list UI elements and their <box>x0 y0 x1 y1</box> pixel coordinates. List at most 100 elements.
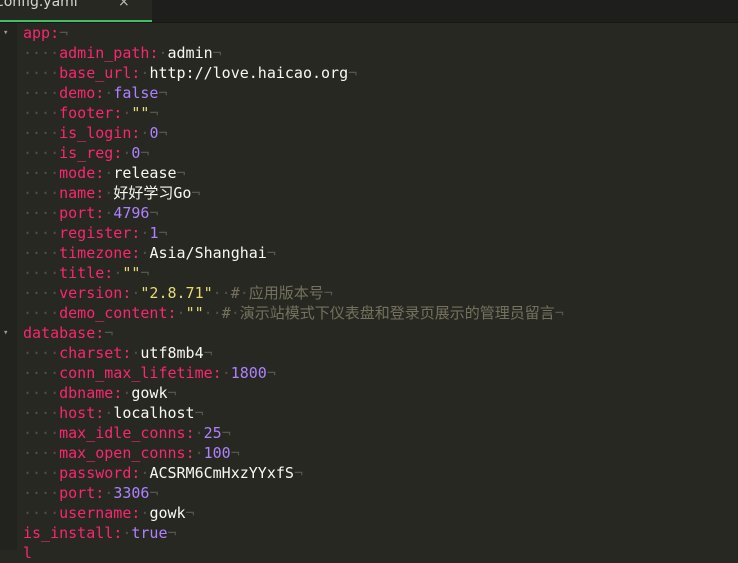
line-gutter-cell <box>0 43 6 63</box>
space-marker: · <box>194 424 204 442</box>
code-line[interactable]: ····username:·gowk¬ <box>17 503 738 523</box>
code-line[interactable]: ····timezone:·Asia/Shanghai¬ <box>17 243 738 263</box>
line-content: ····conn_max_lifetime:·1800¬ <box>23 363 276 383</box>
yaml-key: footer <box>59 104 114 122</box>
code-line[interactable]: ····base_url:·http://love.haicao.org¬ <box>17 63 738 83</box>
yaml-key: register <box>59 224 132 242</box>
line-content: ····admin_path:·admin¬ <box>23 43 222 63</box>
space-marker: · <box>230 304 240 322</box>
code-line[interactable]: ····dbname:·gowk¬ <box>17 383 738 403</box>
space-marker: ·· <box>203 304 222 322</box>
space-marker: · <box>104 184 114 202</box>
yaml-value: http://love.haicao.org <box>149 64 349 82</box>
space-marker: · <box>104 84 114 102</box>
key-colon: : <box>113 144 123 162</box>
newline-marker: ¬ <box>293 464 303 482</box>
newline-marker: ¬ <box>149 204 159 222</box>
key-colon: : <box>95 484 105 502</box>
key-colon: : <box>50 24 60 42</box>
line-content: ····host:·localhost¬ <box>23 403 204 423</box>
code-line[interactable]: ····is_login:·0¬ <box>17 123 738 143</box>
yaml-key: demo_content <box>59 304 168 322</box>
space-marker: · <box>104 404 114 422</box>
newline-marker: ¬ <box>185 504 195 522</box>
indent-whitespace: ···· <box>23 104 60 122</box>
yaml-key: max_open_conns <box>59 444 186 462</box>
code-editor[interactable]: ▾ app:¬ ····admin_path:·admin¬ ····base_url… <box>3 23 738 562</box>
code-line[interactable]: ····conn_max_lifetime:·1800¬ <box>17 363 738 383</box>
code-line[interactable]: ····max_open_conns:·100¬ <box>17 443 738 463</box>
yaml-key: is_reg <box>59 144 114 162</box>
yaml-key: l <box>23 544 33 562</box>
code-line[interactable]: ····admin_path:·admin¬ <box>17 43 738 63</box>
yaml-value: "" <box>122 264 141 282</box>
code-line[interactable]: ····charset:·utf8mb4¬ <box>17 343 738 363</box>
code-line[interactable]: ····title:·""¬ <box>17 263 738 283</box>
code-line[interactable]: ▾ database:¬ <box>3 323 738 343</box>
code-line[interactable]: ····demo:·false¬ <box>17 83 738 103</box>
line-gutter-cell <box>0 303 6 323</box>
code-line[interactable]: ····host:·localhost¬ <box>17 403 738 423</box>
indent-whitespace: ···· <box>23 464 60 482</box>
fold-toggle-icon[interactable]: ▾ <box>3 323 15 343</box>
code-line[interactable]: ····footer:·""¬ <box>17 103 738 123</box>
space-marker: · <box>158 44 168 62</box>
yaml-key: port <box>59 204 96 222</box>
indent-whitespace: ···· <box>23 484 60 502</box>
code-line[interactable]: ····name:·好好学习Go¬ <box>17 183 738 203</box>
code-line[interactable]: ····register:·1¬ <box>17 223 738 243</box>
yaml-value: gowk <box>131 384 168 402</box>
yaml-key: demo <box>59 84 96 102</box>
yaml-key: dbname <box>59 384 114 402</box>
newline-marker: ¬ <box>176 164 186 182</box>
code-line[interactable]: ····password:·ACSRM6CmHxzYYxfS¬ <box>17 463 738 483</box>
line-gutter-cell <box>0 183 6 203</box>
line-content: l <box>23 543 32 563</box>
line-gutter-cell <box>0 503 6 523</box>
code-line[interactable]: ····mode:·release¬ <box>17 163 738 183</box>
key-colon: : <box>95 404 105 422</box>
line-gutter-cell <box>0 203 6 223</box>
code-line[interactable]: l <box>17 543 738 563</box>
line-content: ····username:·gowk¬ <box>23 503 195 523</box>
indent-whitespace: ···· <box>23 504 60 522</box>
yaml-value: 25 <box>203 424 222 442</box>
line-gutter-cell <box>0 443 6 463</box>
line-content: ····charset:·utf8mb4¬ <box>23 343 213 363</box>
line-gutter-cell <box>0 523 6 543</box>
close-icon[interactable]: × <box>118 0 130 10</box>
yaml-comment: 演示站模式下仪表盘和登录页展示的管理员留言 <box>239 304 555 322</box>
code-line[interactable]: ····max_idle_conns:·25¬ <box>17 423 738 443</box>
space-marker: · <box>104 164 114 182</box>
yaml-key: version <box>59 284 123 302</box>
newline-marker: ¬ <box>348 64 358 82</box>
indent-whitespace: ···· <box>23 384 60 402</box>
newline-marker: ¬ <box>158 224 168 242</box>
line-content: ····demo_content:·""··#·演示站模式下仪表盘和登录页展示的… <box>23 303 564 323</box>
yaml-key: name <box>59 184 96 202</box>
indent-whitespace: ···· <box>23 264 60 282</box>
line-content: ····register:·1¬ <box>23 223 168 243</box>
line-gutter-cell <box>0 463 6 483</box>
line-content: ····dbname:·gowk¬ <box>23 383 177 403</box>
code-line[interactable]: ····version:·"2.8.71"··#·应用版本号¬ <box>17 283 738 303</box>
space-marker: · <box>221 364 231 382</box>
code-line[interactable]: ····demo_content:·""··#·演示站模式下仪表盘和登录页展示的… <box>17 303 738 323</box>
line-content: ····is_login:·0¬ <box>23 123 168 143</box>
line-content: ····version:·"2.8.71"··#·应用版本号¬ <box>23 283 333 303</box>
code-line[interactable]: ▾ app:¬ <box>3 23 738 43</box>
code-line[interactable]: ····port:·4796¬ <box>17 203 738 223</box>
key-colon: : <box>185 424 195 442</box>
line-content: ····demo:·false¬ <box>23 83 168 103</box>
newline-marker: ¬ <box>266 244 276 262</box>
code-line[interactable]: ····port:·3306¬ <box>17 483 738 503</box>
code-line[interactable]: ····is_reg:·0¬ <box>17 143 738 163</box>
indent-whitespace: ···· <box>23 224 60 242</box>
tab-config-yaml[interactable]: config.yaml × <box>0 0 152 22</box>
newline-marker: ¬ <box>221 424 231 442</box>
space-marker: · <box>194 444 204 462</box>
fold-toggle-icon[interactable]: ▾ <box>3 23 15 43</box>
yaml-value: ACSRM6CmHxzYYxfS <box>149 464 294 482</box>
code-line[interactable]: is_install:·true¬ <box>17 523 738 543</box>
line-content: ····base_url:·http://love.haicao.org¬ <box>23 63 357 83</box>
